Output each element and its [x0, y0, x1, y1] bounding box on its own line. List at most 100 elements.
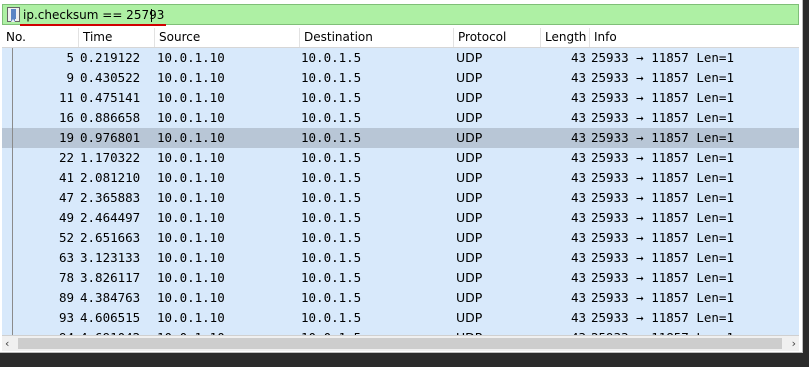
- packet-destination: 10.0.1.5: [301, 150, 362, 165]
- packet-time: 2.081210: [80, 170, 141, 185]
- packet-time: 4.384763: [80, 290, 141, 305]
- packet-source: 10.0.1.10: [157, 290, 225, 305]
- packet-time: 0.886658: [80, 110, 141, 125]
- packet-number: 52: [58, 230, 74, 245]
- table-row[interactable]: 78 3.826117 10.0.1.10 10.0.1.5 UDP 43 25933 → …: [2, 268, 799, 288]
- packet-time: 3.826117: [80, 270, 141, 285]
- tree-line: [12, 48, 13, 68]
- packet-length: 43: [570, 90, 586, 105]
- table-row[interactable]: 93 4.606515 10.0.1.10 10.0.1.5 UDP 43 25933 → …: [2, 308, 799, 328]
- packet-length: 43: [570, 310, 586, 325]
- packet-destination: 10.0.1.5: [301, 170, 362, 185]
- packet-protocol: UDP: [456, 210, 483, 225]
- packet-length: 43: [570, 190, 586, 205]
- tree-line: [12, 168, 13, 188]
- packet-destination: 10.0.1.5: [301, 90, 362, 105]
- packet-info: 25933 → 11857 Len=1: [591, 250, 734, 265]
- display-filter-bar: [2, 4, 799, 25]
- packet-number: 93: [58, 310, 74, 325]
- table-row[interactable]: 5 0.219122 10.0.1.10 10.0.1.5 UDP 43 25933 → 1…: [2, 48, 799, 68]
- packet-protocol: UDP: [456, 110, 483, 125]
- packet-source: 10.0.1.10: [157, 210, 225, 225]
- scroll-left-arrow-icon[interactable]: ‹: [5, 338, 15, 350]
- tree-line: [12, 308, 13, 328]
- packet-info: 25933 → 11857 Len=1: [591, 170, 734, 185]
- packet-time: 2.464497: [80, 210, 141, 225]
- tree-line: [12, 128, 13, 148]
- packet-info: 25933 → 11857 Len=1: [591, 50, 734, 65]
- packet-destination: 10.0.1.5: [301, 250, 362, 265]
- tree-line: [12, 328, 13, 335]
- scroll-right-arrow-icon[interactable]: ›: [786, 338, 796, 350]
- packet-time: 0.475141: [80, 90, 141, 105]
- packet-number: 11: [58, 90, 74, 105]
- display-filter-input[interactable]: [23, 6, 793, 23]
- packet-number: 41: [58, 170, 74, 185]
- tree-line: [12, 148, 13, 168]
- packet-protocol: UDP: [456, 130, 483, 145]
- table-row[interactable]: 47 2.365883 10.0.1.10 10.0.1.5 UDP 43 25933 → …: [2, 188, 799, 208]
- packet-length: 43: [570, 210, 586, 225]
- packet-info: 25933 → 11857 Len=1: [591, 290, 734, 305]
- scrollbar-thumb[interactable]: [18, 338, 782, 349]
- table-row[interactable]: 22 1.170322 10.0.1.10 10.0.1.5 UDP 43 25933 → …: [2, 148, 799, 168]
- packet-protocol: UDP: [456, 50, 483, 65]
- packet-number: 78: [58, 270, 74, 285]
- packet-info: 25933 → 11857 Len=1: [591, 190, 734, 205]
- packet-source: 10.0.1.10: [157, 110, 225, 125]
- table-row[interactable]: 89 4.384763 10.0.1.10 10.0.1.5 UDP 43 25933 → …: [2, 288, 799, 308]
- packet-destination: 10.0.1.5: [301, 210, 362, 225]
- packet-destination: 10.0.1.5: [301, 310, 362, 325]
- packet-time: 2.651663: [80, 230, 141, 245]
- tree-line: [12, 268, 13, 288]
- packet-number: 89: [58, 290, 74, 305]
- packet-destination: 10.0.1.5: [301, 130, 362, 145]
- column-header-protocol[interactable]: Protocol: [453, 28, 540, 47]
- table-row[interactable]: 49 2.464497 10.0.1.10 10.0.1.5 UDP 43 25933 → …: [2, 208, 799, 228]
- packet-length: 43: [570, 130, 586, 145]
- packet-length: 43: [570, 270, 586, 285]
- packet-protocol: UDP: [456, 150, 483, 165]
- packet-source: 10.0.1.10: [157, 270, 225, 285]
- packet-protocol: UDP: [456, 328, 536, 335]
- packet-protocol: UDP: [456, 70, 483, 85]
- table-row[interactable]: 16 0.886658 10.0.1.10 10.0.1.5 UDP 43 25933 → …: [2, 108, 799, 128]
- table-row[interactable]: 9 0.430522 10.0.1.10 10.0.1.5 UDP 43 25933 → 1…: [2, 68, 799, 88]
- packet-source: 10.0.1.10: [157, 250, 225, 265]
- table-row[interactable]: 94 4.69104210.0.1.10 10.0.1.5 UDP 43 25933 → …: [2, 328, 799, 335]
- packet-length: 43: [570, 230, 586, 245]
- packet-info: 25933 → 11857 Len=1: [591, 70, 734, 85]
- packet-number: 22: [58, 150, 74, 165]
- packet-number: 19: [58, 130, 74, 145]
- filter-highlight-underline: [20, 24, 166, 26]
- table-row-selected[interactable]: 19 0.976801 10.0.1.10 10.0.1.5 UDP 43 25933 → …: [2, 128, 799, 148]
- column-header-info[interactable]: Info: [589, 28, 799, 47]
- packet-destination: 10.0.1.5: [301, 50, 362, 65]
- column-header-source[interactable]: Source: [154, 28, 299, 47]
- packet-protocol: UDP: [456, 250, 483, 265]
- packet-source: 10.0.1.10: [157, 70, 225, 85]
- column-header-destination[interactable]: Destination: [299, 28, 453, 47]
- packet-time: 0.219122: [80, 50, 141, 65]
- column-header-length[interactable]: Length: [540, 28, 589, 47]
- packet-number: 63: [58, 250, 74, 265]
- column-header-no[interactable]: No.: [2, 28, 78, 47]
- packet-destination: 10.0.1.5: [301, 270, 362, 285]
- packet-source: 10.0.1.10: [157, 150, 225, 165]
- table-row[interactable]: 52 2.651663 10.0.1.10 10.0.1.5 UDP 43 25933 → …: [2, 228, 799, 248]
- table-row[interactable]: 41 2.081210 10.0.1.10 10.0.1.5 UDP 43 25933 → …: [2, 168, 799, 188]
- packet-number: 47: [58, 190, 74, 205]
- packet-number: 9: [66, 70, 74, 85]
- tree-line: [12, 208, 13, 228]
- packet-protocol: UDP: [456, 190, 483, 205]
- table-row[interactable]: 11 0.475141 10.0.1.10 10.0.1.5 UDP 43 25933 → …: [2, 88, 799, 108]
- packet-info: 25933 → 11857 Len=1: [591, 90, 734, 105]
- horizontal-scrollbar[interactable]: ‹ ›: [2, 335, 799, 351]
- tree-line: [12, 228, 13, 248]
- column-header-time[interactable]: Time: [78, 28, 154, 47]
- packet-info: 25933 → 11857 Len=1: [591, 230, 734, 245]
- packet-time: 0.976801: [80, 130, 141, 145]
- table-row[interactable]: 63 3.123133 10.0.1.10 10.0.1.5 UDP 43 25933 → …: [2, 248, 799, 268]
- bookmark-icon[interactable]: [7, 7, 20, 22]
- packet-time: 4.691042: [80, 328, 160, 335]
